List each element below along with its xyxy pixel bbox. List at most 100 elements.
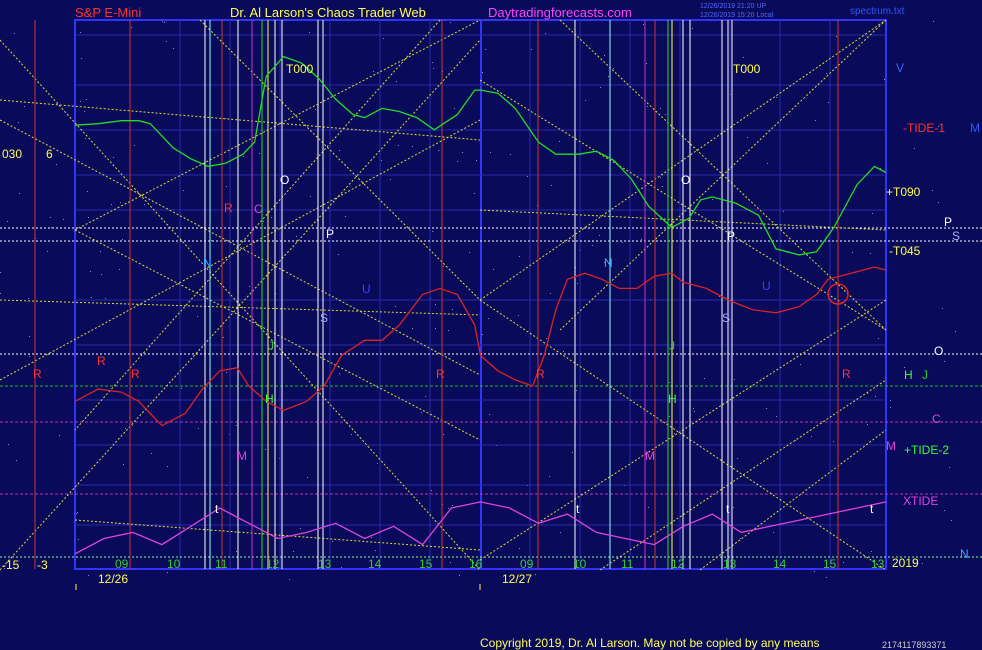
chart-marker-label: C xyxy=(254,202,263,216)
star-dot xyxy=(113,157,114,158)
star-dot xyxy=(660,177,661,178)
star-dot xyxy=(462,152,463,153)
star-dot xyxy=(183,190,184,191)
star-dot xyxy=(469,252,470,253)
star-dot xyxy=(120,202,121,203)
star-dot xyxy=(489,414,490,415)
star-dot xyxy=(476,160,477,161)
chart-marker-label: R xyxy=(97,354,106,368)
star-dot xyxy=(599,235,600,236)
star-dot xyxy=(493,269,494,270)
star-dot xyxy=(550,293,551,294)
star-dot xyxy=(740,538,741,539)
star-dot xyxy=(944,510,945,511)
star-dot xyxy=(134,145,135,146)
chart-marker-label: H xyxy=(265,392,274,406)
star-dot xyxy=(63,219,64,220)
site-url-link[interactable]: Daytradingforecasts.com xyxy=(488,5,632,20)
star-dot xyxy=(448,330,449,331)
hour-tick-label: 11 xyxy=(215,557,228,571)
hour-tick-label: 13 xyxy=(871,557,885,571)
chart-marker-label: J xyxy=(669,339,675,353)
hour-tick-label: 13 xyxy=(318,557,332,571)
star-dot xyxy=(743,57,744,58)
hour-tick-label: 09 xyxy=(520,557,534,571)
star-dot xyxy=(263,221,264,222)
star-dot xyxy=(600,87,601,88)
copyright-text: Copyright 2019, Dr. Al Larson. May not b… xyxy=(480,636,820,650)
hour-tick-label: 09 xyxy=(115,557,129,571)
day-label: 12/26 xyxy=(98,572,128,586)
left-bottom-value-1: -15 xyxy=(2,558,20,572)
star-dot xyxy=(563,351,564,352)
star-dot xyxy=(132,425,133,426)
hour-tick-label: 12 xyxy=(671,557,685,571)
star-dot xyxy=(339,150,340,151)
star-dot xyxy=(814,571,815,572)
star-dot xyxy=(577,283,578,284)
star-dot xyxy=(80,32,81,33)
star-dot xyxy=(86,99,87,100)
star-dot xyxy=(162,21,163,22)
star-dot xyxy=(395,306,396,307)
star-dot xyxy=(619,228,620,229)
trend-line xyxy=(0,119,481,376)
star-dot xyxy=(932,190,933,191)
star-dot xyxy=(29,336,30,337)
star-dot xyxy=(549,476,550,477)
right-label: -T045 xyxy=(889,244,921,258)
star-dot xyxy=(226,372,227,373)
star-dot xyxy=(662,186,663,187)
star-dot xyxy=(454,108,455,109)
star-dot xyxy=(560,532,561,533)
chart-marker-label: T000 xyxy=(286,62,314,76)
star-dot xyxy=(243,156,244,157)
hour-tick-label: 14 xyxy=(773,557,787,571)
star-dot xyxy=(433,68,434,69)
star-dot xyxy=(955,331,956,332)
star-dot xyxy=(47,251,48,252)
chart-marker-label: R xyxy=(131,367,140,381)
right-label: O xyxy=(934,344,943,358)
star-dot xyxy=(87,191,88,192)
star-dot xyxy=(101,274,102,275)
star-dot xyxy=(383,38,384,39)
star-dot xyxy=(100,251,101,252)
star-dot xyxy=(166,41,167,42)
star-dot xyxy=(459,575,460,576)
hour-tick-label: 14 xyxy=(368,557,382,571)
star-dot xyxy=(674,433,675,434)
chart-marker-label: R xyxy=(224,201,233,215)
star-dot xyxy=(890,407,891,408)
site-title: Dr. Al Larson's Chaos Trader Web xyxy=(230,5,426,20)
star-dot xyxy=(412,328,413,329)
star-dot xyxy=(773,532,774,533)
star-dot xyxy=(91,297,92,298)
star-dot xyxy=(660,108,661,109)
chart-marker-label: U xyxy=(362,282,371,296)
star-dot xyxy=(648,507,649,508)
star-dot xyxy=(733,507,734,508)
star-dot xyxy=(519,548,520,549)
star-dot xyxy=(875,396,876,397)
star-dot xyxy=(29,356,30,357)
star-dot xyxy=(949,467,950,468)
star-dot xyxy=(88,575,89,576)
star-dot xyxy=(815,120,816,121)
star-dot xyxy=(338,254,339,255)
star-dot xyxy=(443,434,444,435)
chart-marker-label: S xyxy=(722,311,730,325)
star-dot xyxy=(307,477,308,478)
star-dot xyxy=(265,449,266,450)
star-dot xyxy=(646,63,647,64)
star-dot xyxy=(18,122,19,123)
star-dot xyxy=(942,308,943,309)
hour-tick-label: 16 xyxy=(469,557,483,571)
year-label: 2019 xyxy=(892,556,919,570)
star-dot xyxy=(167,572,168,573)
star-dot xyxy=(398,145,399,146)
hour-tick-label: 15 xyxy=(419,557,433,571)
star-dot xyxy=(59,435,60,436)
right-label: XTIDE xyxy=(903,494,938,508)
star-dot xyxy=(289,579,290,580)
